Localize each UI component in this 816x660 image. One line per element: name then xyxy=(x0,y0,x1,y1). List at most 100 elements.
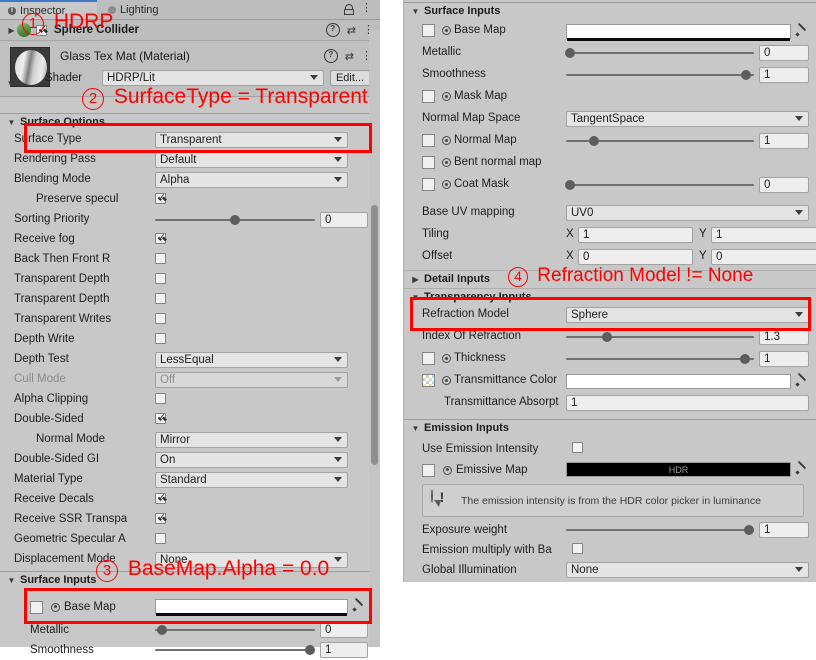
material-expand-chevron-icon[interactable]: ▼ xyxy=(5,79,16,88)
checkbox-transparent-depth[interactable] xyxy=(155,293,166,304)
texture-slot-normal-map[interactable] xyxy=(422,134,435,147)
override-radio-bent-normal-map[interactable] xyxy=(442,158,451,167)
field-tiling-x[interactable]: 1 xyxy=(578,227,693,243)
exposure-weight-slider[interactable] xyxy=(566,522,754,538)
chevron-down-icon[interactable]: ▼ xyxy=(410,424,421,433)
dropdown-blending-mode[interactable]: Alpha xyxy=(155,172,348,188)
section-emission-inputs[interactable]: ▼ Emission Inputs xyxy=(404,419,816,436)
left-panel-scrollbar-thumb[interactable] xyxy=(371,205,378,465)
dropdown-normal-map-space[interactable]: TangentSpace xyxy=(566,111,809,127)
chevron-right-icon[interactable]: ▶ xyxy=(410,275,421,284)
value-field-thickness[interactable]: 1 xyxy=(759,351,809,367)
dropdown-double-sided-gi[interactable]: On xyxy=(155,452,348,468)
chevron-down-icon[interactable]: ▼ xyxy=(410,7,421,16)
field-offset-y[interactable]: 0 xyxy=(711,249,816,265)
help-icon[interactable]: ? xyxy=(325,23,340,37)
component-enabled-checkbox[interactable]: ✓ xyxy=(36,24,47,36)
dropdown-material-type[interactable]: Standard xyxy=(155,472,348,488)
value-field-coat-mask[interactable]: 0 xyxy=(759,177,809,193)
dropdown-refraction-model[interactable]: Sphere xyxy=(566,307,809,323)
tab-lighting[interactable]: Lighting xyxy=(100,0,190,19)
emissive-map-color-field[interactable]: HDR xyxy=(566,462,791,477)
override-radio-mask-map[interactable] xyxy=(442,92,451,101)
texture-slot-mask-map[interactable] xyxy=(422,90,435,103)
preset-icon[interactable]: ⇄ xyxy=(347,24,356,37)
section-surface-options[interactable]: ▼ Surface Options xyxy=(0,113,369,130)
checkbox-transparent-depth[interactable] xyxy=(155,273,166,284)
emissive-map-texture-slot[interactable] xyxy=(422,463,435,477)
section-surface-inputs-left[interactable]: ▼ Surface Inputs xyxy=(0,571,369,588)
global-illumination-dropdown[interactable]: None xyxy=(566,562,809,578)
field-tiling-y[interactable]: 1 xyxy=(711,227,816,243)
tab-inspector[interactable]: i Inspector xyxy=(0,0,97,19)
texture-slot-coat-mask[interactable] xyxy=(422,178,435,191)
override-radio-base-map[interactable] xyxy=(442,26,451,35)
eyedropper-icon[interactable] xyxy=(795,374,808,388)
texture-slot-transmittance-color[interactable] xyxy=(422,374,435,387)
dropdown-surface-type[interactable]: Transparent xyxy=(155,132,348,148)
checkbox-receive-ssr-transpa[interactable]: ✓ xyxy=(155,512,166,524)
dropdown-rendering-pass[interactable]: Default xyxy=(155,152,348,168)
shader-edit-button[interactable]: Edit... xyxy=(330,70,370,86)
eyedropper-icon[interactable] xyxy=(795,462,808,476)
texture-slot-thickness[interactable] xyxy=(422,352,435,365)
smoothness-value-field[interactable]: 1 xyxy=(320,642,368,658)
component-header-sphere-collider[interactable]: ▶ ✓ Sphere Collider ? ⇄ ⋮ xyxy=(0,20,380,41)
section-detail-inputs[interactable]: ▶ Detail Inputs xyxy=(404,270,816,287)
slider-coat-mask[interactable] xyxy=(565,177,754,193)
checkbox-receive-fog[interactable]: ✓ xyxy=(155,232,166,244)
exposure-weight-value-field[interactable]: 1 xyxy=(759,522,809,538)
emission-multiply-checkbox[interactable] xyxy=(572,543,583,554)
dropdown-depth-test[interactable]: LessEqual xyxy=(155,352,348,368)
metallic-value-field[interactable]: 0 xyxy=(320,622,368,638)
override-radio-coat-mask[interactable] xyxy=(442,180,451,189)
value-field-smoothness[interactable]: 1 xyxy=(759,67,809,83)
preset-icon[interactable]: ⇄ xyxy=(345,50,354,63)
override-radio-transmittance-color[interactable] xyxy=(442,376,451,385)
eyedropper-icon[interactable] xyxy=(352,599,365,613)
dropdown-base-uv-mapping[interactable]: UV0 xyxy=(566,205,809,221)
slider-normal-map[interactable] xyxy=(566,133,754,149)
checkbox-transparent-writes[interactable] xyxy=(155,313,166,324)
base-map-override-radio[interactable] xyxy=(51,602,60,612)
section-surface-inputs-right[interactable]: ▼ Surface Inputs xyxy=(404,2,816,19)
override-radio-normal-map[interactable] xyxy=(442,136,451,145)
chevron-right-icon[interactable]: ▶ xyxy=(6,26,17,35)
slider-index-of-refraction[interactable] xyxy=(566,329,754,345)
value-field-normal-map[interactable]: 1 xyxy=(759,133,809,149)
use-emission-intensity-checkbox[interactable] xyxy=(572,442,583,453)
checkbox-receive-decals[interactable]: ✓ xyxy=(155,492,166,504)
checkbox-back-then-front-r[interactable] xyxy=(155,253,166,264)
dropdown-normal-mode[interactable]: Mirror xyxy=(155,432,348,448)
slider-thickness[interactable] xyxy=(566,351,754,367)
chevron-down-icon[interactable]: ▼ xyxy=(410,293,421,302)
value-field-metallic[interactable]: 0 xyxy=(759,45,809,61)
slider-smoothness[interactable] xyxy=(566,67,754,83)
value-field-transmittance-absorpt[interactable]: 1 xyxy=(566,395,809,411)
chevron-down-icon[interactable]: ▼ xyxy=(6,118,17,127)
base-map-texture-slot[interactable] xyxy=(30,600,43,614)
checkbox-geometric-specular-a[interactable] xyxy=(155,533,166,544)
override-radio-thickness[interactable] xyxy=(442,354,451,363)
lock-icon[interactable] xyxy=(344,4,354,15)
checkbox-preserve-specul[interactable]: ✓ xyxy=(155,192,166,204)
color-field-transmittance-color[interactable] xyxy=(566,374,791,389)
texture-slot-base-map[interactable] xyxy=(422,24,435,37)
base-map-color-field[interactable] xyxy=(155,599,348,616)
checkbox-depth-write[interactable] xyxy=(155,333,166,344)
help-icon[interactable]: ? xyxy=(323,49,338,63)
kebab-menu-icon[interactable]: ⋮ xyxy=(361,3,372,14)
dropdown-displacement-mode[interactable]: None xyxy=(155,552,348,568)
section-transparency-inputs[interactable]: ▼ Transparency Inputs xyxy=(404,288,816,305)
texture-slot-bent-normal-map[interactable] xyxy=(422,156,435,169)
slider-metallic[interactable] xyxy=(565,45,754,61)
chevron-down-icon[interactable]: ▼ xyxy=(6,576,17,585)
checkbox-double-sided[interactable]: ✓ xyxy=(155,412,166,424)
color-field-base-map[interactable] xyxy=(566,24,791,41)
slider-sorting-priority[interactable] xyxy=(155,212,315,228)
checkbox-alpha-clipping[interactable] xyxy=(155,393,166,404)
value-field-index-of-refraction[interactable]: 1.3 xyxy=(759,329,809,345)
field-offset-x[interactable]: 0 xyxy=(578,249,693,265)
shader-dropdown[interactable]: HDRP/Lit xyxy=(102,70,324,86)
left-panel-scrollbar[interactable] xyxy=(369,30,380,647)
